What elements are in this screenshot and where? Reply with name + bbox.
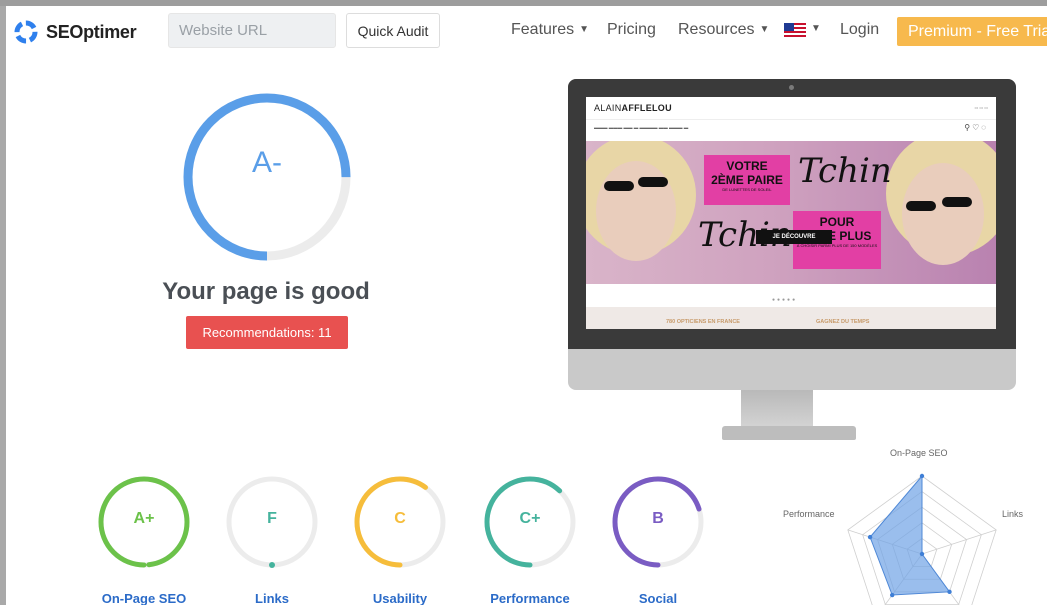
- model-face-left: [596, 161, 676, 261]
- premium-free-trial-button[interactable]: Premium - Free Trial: [897, 17, 1047, 46]
- gear-logo-icon: [14, 20, 38, 44]
- preview-bottom-strip: 780 OPTICIENS EN FRANCE GAGNEZ DU TEMPS: [586, 307, 996, 329]
- promo1-line1: VOTRE: [726, 159, 768, 173]
- camera-dot: [789, 85, 794, 90]
- preview-site-logo: ALAINAFFLELOU: [594, 103, 672, 113]
- chevron-down-icon: ▼: [759, 24, 770, 35]
- tchin-text-1: Tchin: [798, 151, 892, 191]
- preview-site-links: ▭ ▭ ▭: [974, 105, 988, 110]
- preview-banner: VOTRE 2ÈME PAIRE DE LUNETTES DE SOLEIL T…: [586, 141, 996, 284]
- website-url-input[interactable]: [168, 13, 336, 48]
- monitor-stand-neck: [741, 390, 813, 428]
- radar-label-on-page-seo: On-Page SEO: [890, 448, 948, 458]
- website-screenshot: ALAINAFFLELOU ▭ ▭ ▭ ▬▬▬ ▬▬▬ ▬▬ ▬ ▬▬▬▬ ▬▬…: [586, 97, 996, 329]
- preview-logo-part1: ALAIN: [594, 103, 622, 113]
- radar-point: [947, 589, 952, 595]
- overall-grade: A-: [252, 146, 282, 179]
- promo1-line3: DE LUNETTES DE SOLEIL: [722, 187, 772, 192]
- monitor-stand-base: [722, 426, 856, 440]
- recommendations-button[interactable]: Recommendations: 11: [186, 316, 348, 349]
- score-social[interactable]: B: [608, 472, 708, 576]
- promo1-line2: 2ÈME PAIRE: [711, 173, 783, 187]
- radar-point: [919, 473, 925, 479]
- nav-login[interactable]: Login: [840, 21, 879, 39]
- score-grade: B: [652, 510, 664, 527]
- sunglasses-right: [906, 201, 936, 211]
- nav-pricing[interactable]: Pricing: [607, 21, 656, 39]
- monitor-bezel: ALAINAFFLELOU ▭ ▭ ▭ ▬▬▬ ▬▬▬ ▬▬ ▬ ▬▬▬▬ ▬▬…: [568, 79, 1016, 349]
- je-decouvre-button: JE DÉCOUVRE: [756, 230, 832, 244]
- score-grade: C: [394, 510, 406, 527]
- radar-score-polygon: [869, 474, 951, 596]
- us-flag-icon[interactable]: [784, 23, 806, 37]
- nav-pricing-label: Pricing: [607, 21, 656, 38]
- quick-audit-button[interactable]: Quick Audit: [346, 13, 440, 48]
- preview-site-header: ALAINAFFLELOU ▭ ▭ ▭: [586, 97, 996, 120]
- score-label[interactable]: Performance: [460, 591, 600, 605]
- website-preview-monitor: ALAINAFFLELOU ▭ ▭ ▭ ▬▬▬ ▬▬▬ ▬▬ ▬ ▬▬▬▬ ▬▬…: [568, 79, 1016, 390]
- radar-point: [919, 551, 925, 557]
- score-label[interactable]: On-Page SEO: [74, 591, 214, 605]
- chevron-down-icon: ▼: [579, 24, 590, 35]
- preview-site-nav: ▬▬▬ ▬▬▬ ▬▬ ▬ ▬▬▬▬ ▬▬ ▬▬▬ ▬: [594, 125, 689, 130]
- nav-login-label: Login: [840, 21, 880, 38]
- promo-box-1: VOTRE 2ÈME PAIRE DE LUNETTES DE SOLEIL: [704, 155, 790, 205]
- radar-label-links: Links: [1002, 509, 1024, 519]
- promo2-line1: POUR: [819, 215, 855, 229]
- score-grade: A+: [133, 510, 155, 527]
- score-links[interactable]: F: [222, 472, 322, 576]
- seoptimer-logo[interactable]: SEOptimer: [10, 16, 137, 48]
- carousel-dots: ●●●●●: [772, 297, 798, 303]
- radar-axis-line: [921, 529, 997, 555]
- sunglasses-left: [604, 181, 634, 191]
- logo-text: SEOptimer: [46, 21, 137, 42]
- sunglasses-right-2: [942, 197, 972, 207]
- nav-resources[interactable]: Resources ▼: [678, 21, 769, 39]
- chevron-down-icon[interactable]: ▼: [811, 23, 821, 34]
- preview-strip-text-1: 780 OPTICIENS EN FRANCE: [666, 319, 740, 325]
- page: SEOptimer Quick Audit Features▼ Pricing …: [6, 6, 1047, 605]
- score-grade: C+: [519, 510, 541, 527]
- score-usability[interactable]: C: [350, 472, 450, 576]
- preview-site-icons: ⚲♡◌: [964, 123, 988, 132]
- preview-logo-part2: AFFLELOU: [621, 103, 672, 113]
- sunglasses-left-2: [638, 177, 668, 187]
- radar-point: [867, 534, 873, 540]
- score-ring-dot: [269, 562, 275, 568]
- nav-resources-label: Resources: [678, 21, 755, 38]
- grade-summary: Your page is good: [162, 278, 370, 305]
- score-label[interactable]: Usability: [330, 591, 470, 605]
- radar-chart: [847, 473, 997, 605]
- radar-label-performance: Performance: [783, 509, 835, 519]
- score-on-page-seo[interactable]: A+: [94, 472, 194, 576]
- score-performance[interactable]: C+: [480, 472, 580, 576]
- nav-features[interactable]: Features ▼: [511, 21, 589, 39]
- radar-point: [889, 592, 895, 598]
- score-grade: F: [267, 510, 277, 527]
- preview-strip-text-2: GAGNEZ DU TEMPS: [816, 319, 870, 325]
- score-label[interactable]: Links: [202, 591, 342, 605]
- nav-features-label: Features: [511, 21, 575, 38]
- model-face-right: [902, 163, 984, 265]
- score-label[interactable]: Social: [588, 591, 728, 605]
